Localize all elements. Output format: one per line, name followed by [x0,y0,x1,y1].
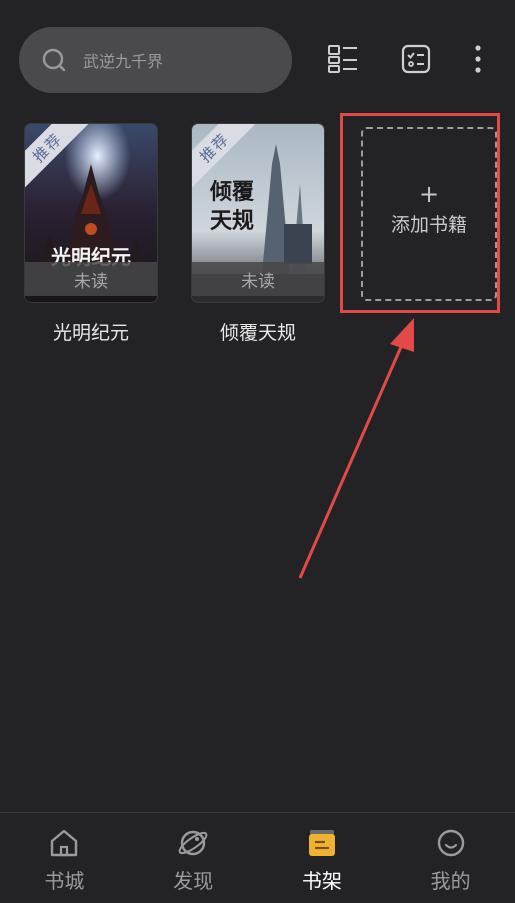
search-placeholder: 武逆九千界 [83,52,164,71]
tab-bookstore[interactable]: 书城 [0,813,129,903]
discover-icon [178,830,208,856]
tab-discover[interactable]: 发现 [129,813,258,903]
tab-label: 书城 [44,869,85,893]
plus-icon: + [418,179,440,208]
checklist-icon[interactable] [400,43,432,75]
search-icon [42,48,66,72]
tab-label: 我的 [430,869,471,893]
tab-profile[interactable]: 我的 [386,813,515,903]
bottom-tab-bar: 书城 发现 书架 我的 [0,812,515,903]
svg-text:倾覆: 倾覆 [209,179,255,205]
bookshelf-icon [308,830,335,856]
book-cover[interactable]: 倾覆 天规 推荐 未读 [192,124,324,302]
add-book-button[interactable]: + 添加书籍 [361,127,497,301]
add-book-label: 添加书籍 [390,213,467,236]
svg-text:天规: 天规 [210,208,254,234]
book-cover[interactable]: 光明纪元 推荐 未读 [25,124,157,302]
list-view-icon[interactable] [327,43,359,75]
profile-icon [437,829,464,857]
tab-label: 发现 [173,869,214,893]
home-icon [51,829,78,857]
unread-badge: 未读 [25,262,157,296]
tab-bookshelf[interactable]: 书架 [258,813,387,903]
unread-badge: 未读 [192,262,324,296]
tab-label: 书架 [301,869,342,893]
more-vertical-icon[interactable] [462,43,494,75]
book-title[interactable]: 光明纪元 [11,318,171,345]
search-bar[interactable]: 武逆九千界 [19,27,292,93]
book-title[interactable]: 倾覆天规 [178,318,338,345]
